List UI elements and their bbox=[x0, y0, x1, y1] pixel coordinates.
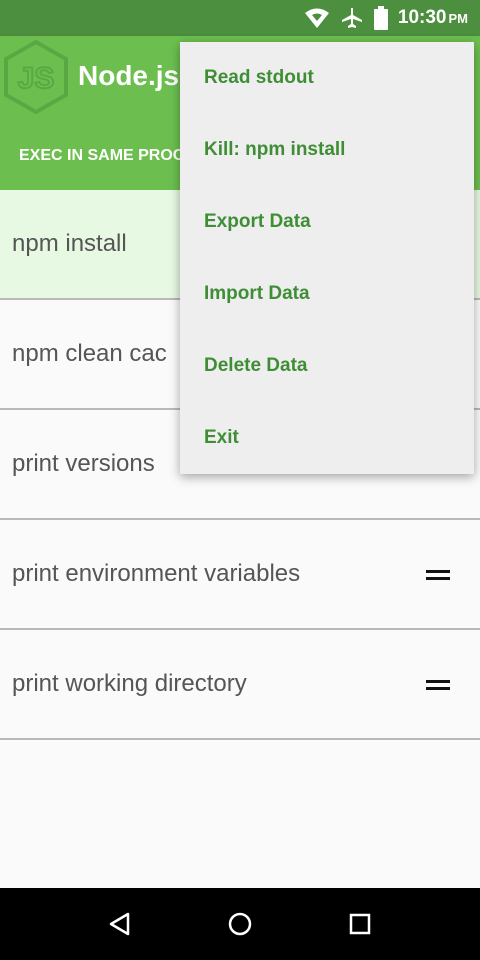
tab-exec-in-same-proc[interactable]: EXEC IN SAME PROC bbox=[19, 147, 184, 165]
home-icon[interactable] bbox=[226, 910, 254, 938]
drag-handle-icon[interactable] bbox=[426, 570, 450, 580]
list-item-label: print environment variables bbox=[12, 560, 301, 587]
menu-item-read-stdout[interactable]: Read stdout bbox=[180, 42, 474, 114]
list-item-label: print versions bbox=[12, 450, 155, 477]
nodejs-logo-icon: JS bbox=[4, 40, 68, 114]
list-item[interactable]: print environment variables bbox=[0, 520, 480, 630]
app-title: Node.js bbox=[78, 60, 180, 91]
svg-text:JS: JS bbox=[18, 62, 55, 95]
status-bar: 10:30 PM bbox=[0, 0, 480, 36]
list-item[interactable]: print working directory bbox=[0, 630, 480, 740]
wifi-icon bbox=[304, 8, 329, 28]
menu-item-kill-process[interactable]: Kill: npm install bbox=[180, 114, 474, 186]
menu-item-import-data[interactable]: Import Data bbox=[180, 258, 474, 330]
navigation-bar bbox=[0, 888, 480, 960]
airplane-mode-icon bbox=[341, 8, 362, 28]
overflow-menu: Read stdout Kill: npm install Export Dat… bbox=[180, 42, 474, 474]
recents-icon[interactable] bbox=[346, 910, 374, 938]
menu-item-export-data[interactable]: Export Data bbox=[180, 186, 474, 258]
list-item-label: npm install bbox=[12, 230, 127, 257]
status-time: 10:30 PM bbox=[397, 7, 468, 28]
back-icon[interactable] bbox=[106, 910, 134, 938]
drag-handle-icon[interactable] bbox=[426, 680, 450, 690]
menu-item-exit[interactable]: Exit bbox=[180, 402, 474, 474]
menu-item-delete-data[interactable]: Delete Data bbox=[180, 330, 474, 402]
battery-icon bbox=[373, 6, 388, 30]
list-item-label: npm clean cac bbox=[12, 340, 167, 367]
list-item-label: print working directory bbox=[12, 670, 247, 697]
